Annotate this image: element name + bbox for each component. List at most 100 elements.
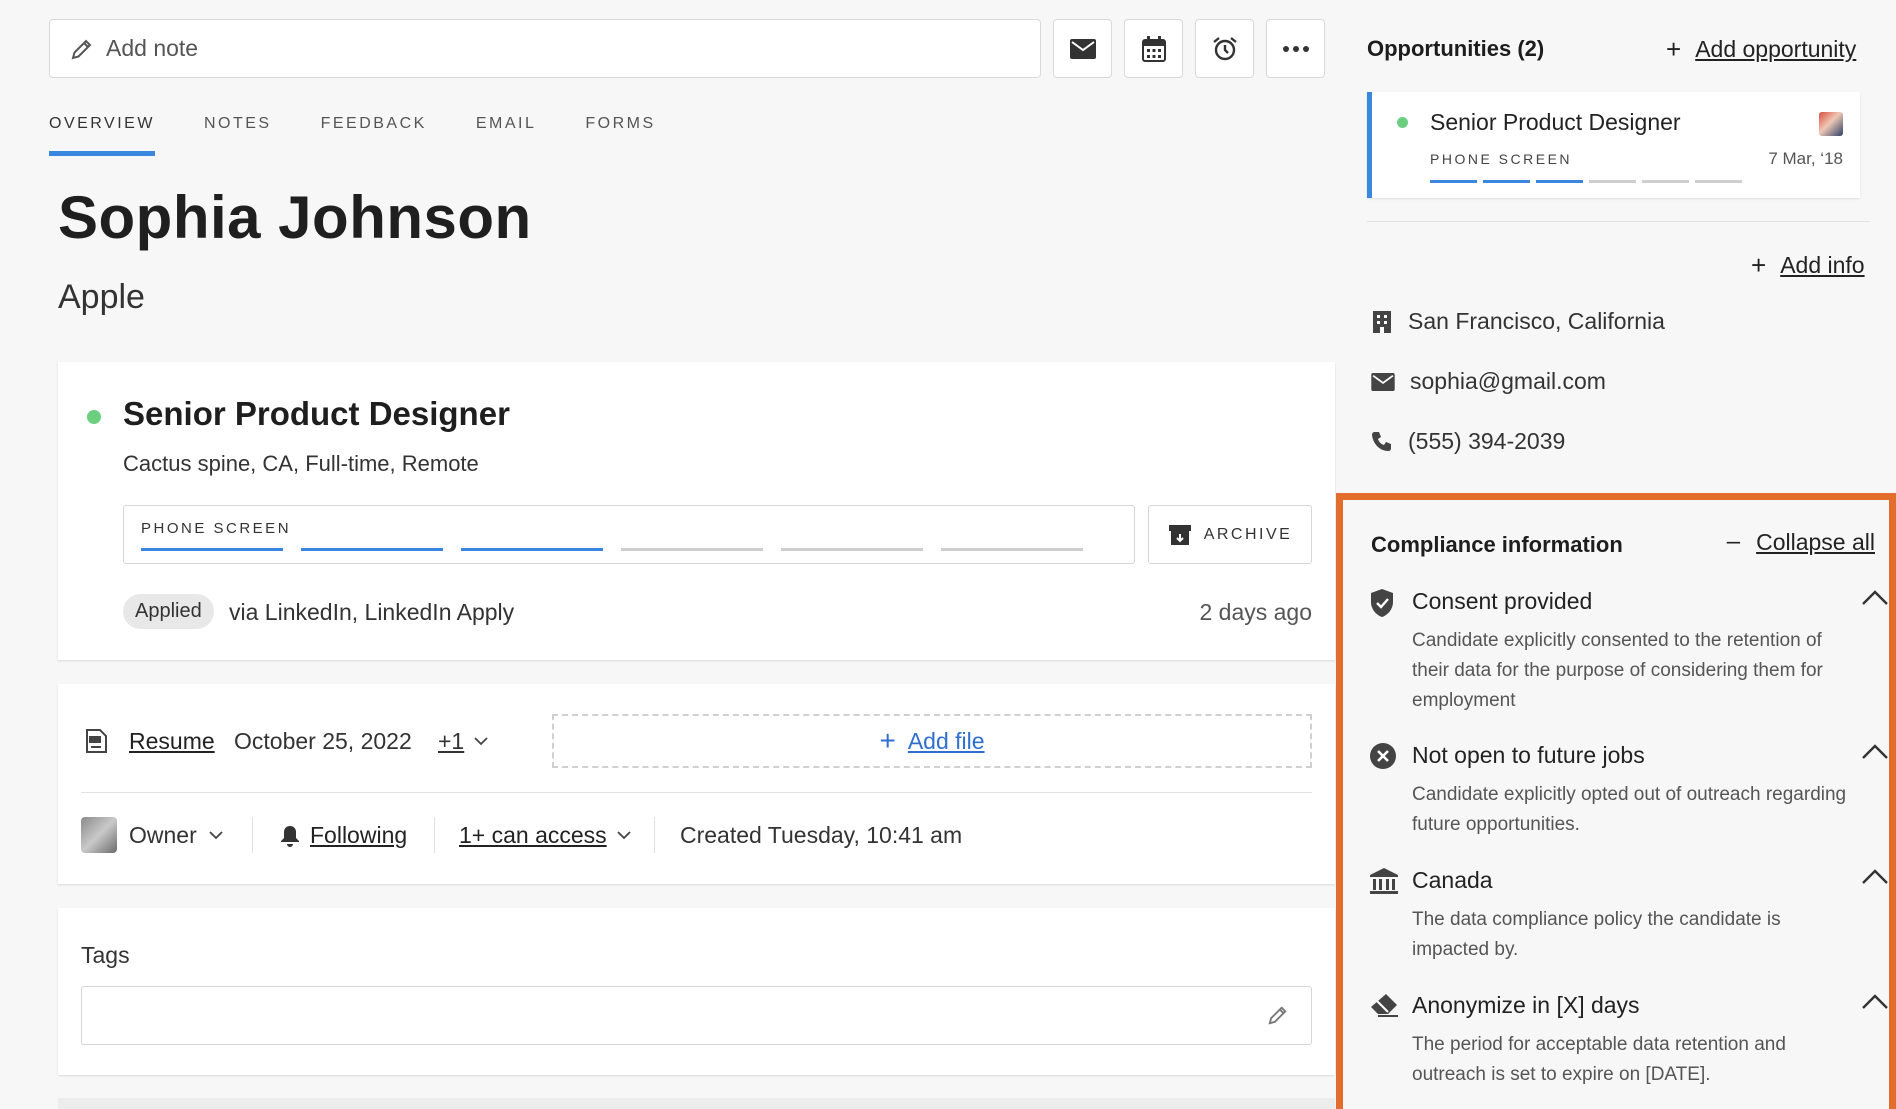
tags-input[interactable] [81,986,1312,1045]
contact-location: San Francisco, California [1371,308,1665,335]
schedule-button[interactable] [1124,19,1183,78]
tab-feedback[interactable]: FEEDBACK [321,115,427,156]
access-dropdown[interactable]: 1+ can access [459,822,631,849]
chevron-up-icon[interactable] [1861,590,1889,606]
collapse-all-button[interactable]: – Collapse all [1727,528,1875,556]
contact-phone[interactable]: (555) 394-2039 [1371,428,1565,455]
stage-segment [461,548,603,551]
x-circle-icon [1370,743,1396,769]
resume-link[interactable]: Resume [129,728,215,755]
status-dot [87,410,101,424]
add-opportunity-button[interactable]: + Add opportunity [1666,34,1856,65]
more-files-dropdown[interactable]: +1 [438,728,488,755]
candidate-profile-page: Add note OVERVIEW NOTES FEEDBACK EMAIL F… [0,0,1896,1109]
sidebar-opportunity-date: 7 Mar, ‘18 [1768,149,1843,168]
compliance-item-desc: The period for acceptable data retention… [1412,1034,1786,1085]
compliance-heading: Compliance information [1371,532,1623,557]
tags-card: Tags [58,908,1335,1075]
tab-notes[interactable]: NOTES [204,115,272,156]
tab-overview[interactable]: OVERVIEW [49,115,155,156]
divider [1367,221,1870,222]
stage-segment [621,548,763,551]
pencil-icon [71,39,92,59]
tab-email[interactable]: EMAIL [476,115,537,156]
tags-label: Tags [81,942,130,968]
mail-icon [1069,38,1096,59]
divider [81,792,1312,793]
separator [434,817,435,853]
add-info-label: Add info [1780,252,1865,278]
owner-label: Owner [129,822,197,848]
separator [252,817,253,853]
bell-icon [281,825,299,847]
compliance-item-title: Not open to future jobs [1412,742,1645,768]
contact-email[interactable]: sophia@gmail.com [1371,368,1606,395]
phone-text: (555) 394-2039 [1408,428,1566,454]
phone-icon [1372,431,1391,451]
owner-dropdown[interactable]: Owner [129,822,223,849]
pdf-file-icon [86,729,107,753]
profile-tabs: OVERVIEW NOTES FEEDBACK EMAIL FORMS [49,115,705,156]
email-button[interactable] [1053,19,1112,78]
plus-icon: + [1666,34,1682,64]
created-timestamp: Created Tuesday, 10:41 am [680,822,963,848]
candidate-company: Apple [58,278,145,316]
opportunities-heading: Opportunities (2) [1367,36,1545,61]
archive-icon [1168,524,1191,545]
compliance-item-title: Anonymize in [X] days [1412,992,1640,1018]
chevron-down-icon [617,831,631,840]
plus-icon: + [879,725,896,756]
sidebar-opportunity-item[interactable]: Senior Product Designer PHONE SCREEN 7 M… [1367,92,1860,198]
pencil-icon[interactable] [1267,1004,1289,1026]
stage-segment [1536,180,1583,183]
sidebar-opportunity-stage: PHONE SCREEN [1430,151,1573,167]
stage-segment [141,548,283,551]
minus-icon: – [1726,528,1741,555]
mail-icon [1371,372,1395,391]
archive-label: ARCHIVE [1203,525,1293,543]
stage-segment [1695,180,1742,183]
alarm-clock-icon [1212,36,1237,60]
stage-label: PHONE SCREEN [141,520,292,537]
candidate-name: Sophia Johnson [58,184,532,251]
opportunity-card: Senior Product Designer Cactus spine, CA… [58,362,1335,660]
add-info-button[interactable]: + Add info [1751,250,1865,281]
compliance-item-desc: The data compliance policy the candidate… [1412,909,1781,960]
stage-segment [1642,180,1689,183]
chevron-up-icon[interactable] [1861,869,1889,885]
job-meta: Cactus spine, CA, Full-time, Remote [123,451,479,476]
add-file-label: Add file [907,727,985,754]
following-toggle[interactable]: Following [280,822,407,849]
stage-selector[interactable]: PHONE SCREEN [123,505,1135,564]
stage-segment [1589,180,1636,183]
building-icon [1373,310,1391,333]
compliance-item-title: Consent provided [1412,588,1593,614]
more-dots-icon [1282,45,1309,52]
chevron-up-icon[interactable] [1861,994,1889,1010]
separator [654,817,655,853]
tab-forms[interactable]: FORMS [585,115,655,156]
add-note-placeholder: Add note [106,35,199,61]
files-card: Resume October 25, 2022 +1 + Add file Ow… [58,684,1335,884]
calendar-icon [1141,35,1166,62]
access-label: 1+ can access [459,822,607,848]
source-badge: Applied [123,594,214,629]
status-dot [1397,117,1408,128]
compliance-item-desc: Candidate explicitly consented to the re… [1412,630,1823,711]
plus-icon: + [1751,250,1767,280]
add-note-input[interactable]: Add note [49,19,1041,78]
resume-date: October 25, 2022 [234,728,412,754]
chevron-down-icon [209,831,223,840]
job-title[interactable]: Senior Product Designer [123,395,510,433]
bank-icon [1370,868,1398,894]
archive-button[interactable]: ARCHIVE [1148,505,1312,564]
reminder-button[interactable] [1195,19,1254,78]
add-file-button[interactable]: + Add file [552,714,1312,768]
compliance-item-title: Canada [1412,867,1493,893]
recruiter-avatar [1819,112,1843,136]
source-text: via LinkedIn, LinkedIn Apply [229,599,515,625]
more-files-count: +1 [438,728,465,754]
more-button[interactable] [1266,19,1325,78]
chevron-up-icon[interactable] [1861,744,1889,760]
stage-segment [301,548,443,551]
